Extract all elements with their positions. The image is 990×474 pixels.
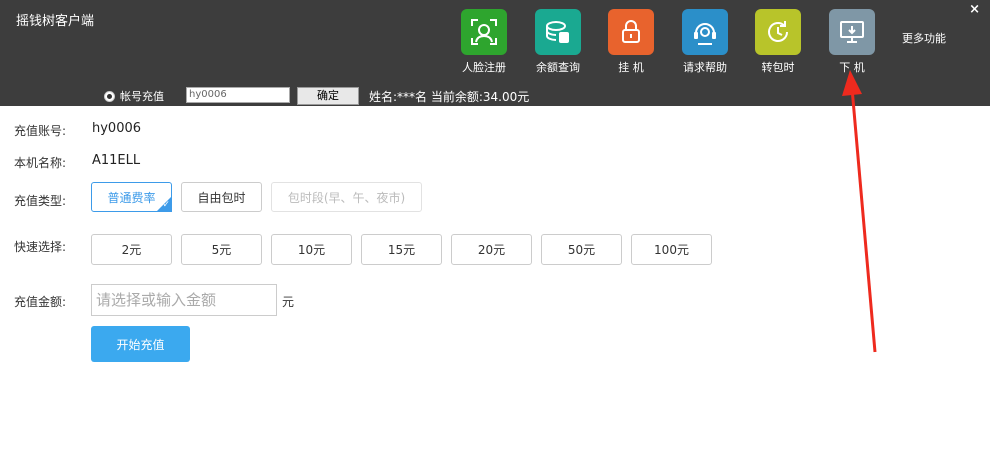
red-arrow-annotation bbox=[842, 70, 877, 353]
